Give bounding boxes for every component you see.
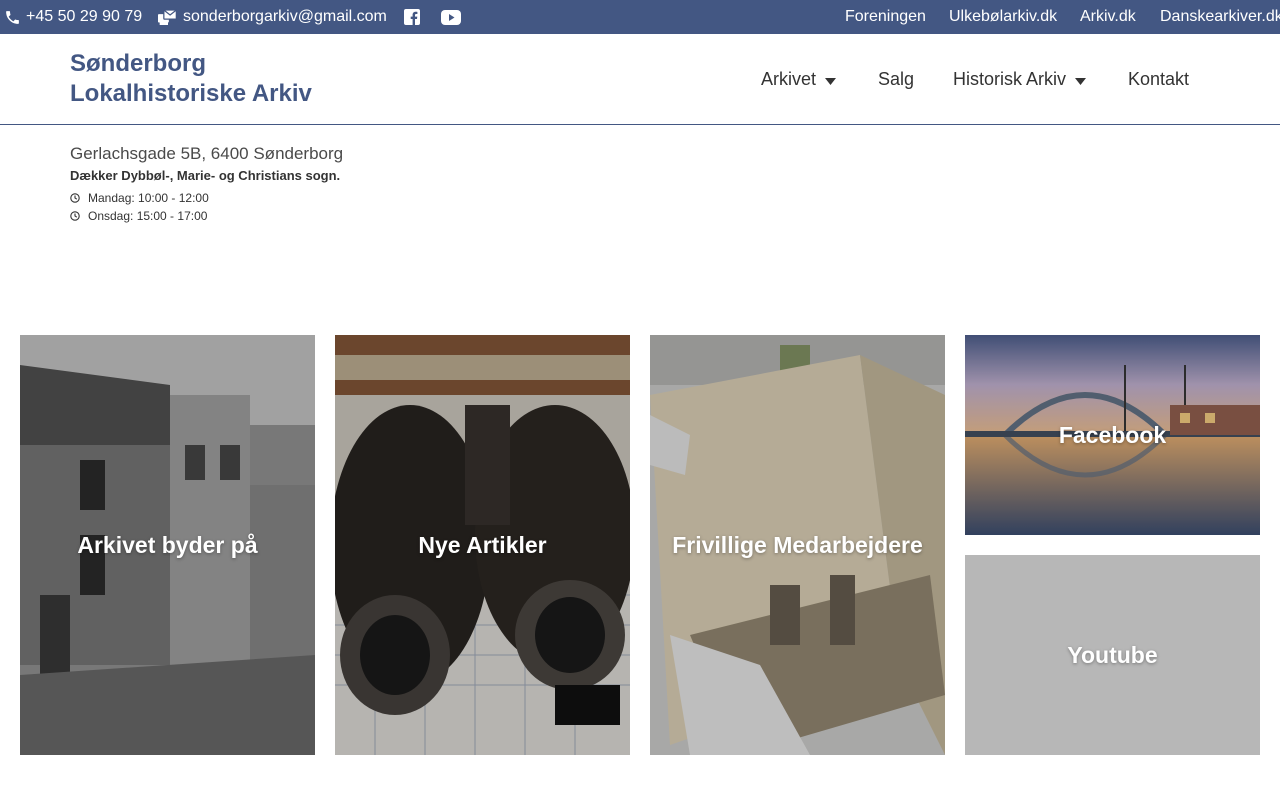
card-arkivet-byder-paa[interactable]: Arkivet byder på [20,335,315,755]
topbar-link-danskearkiver[interactable]: Danskearkiver.dk [1160,0,1280,34]
phone-link[interactable]: +45 50 29 90 79 [4,0,142,34]
card-label: Facebook [1058,421,1167,448]
opening-hours-text: Onsdag: 15:00 - 17:00 [88,209,208,223]
card-nye-artikler[interactable]: Nye Artikler [335,335,630,755]
opening-hours-item: Onsdag: 15:00 - 17:00 [70,209,207,223]
card-frivillige-medarbejdere[interactable]: Frivillige Medarbejdere [650,335,945,755]
topbar-link-foreningen[interactable]: Foreningen [845,0,926,34]
card-label: Nye Artikler [418,531,547,558]
logo-line-2: Lokalhistoriske Arkiv [70,80,312,107]
nav-item-kontakt[interactable]: Kontakt [1128,34,1189,124]
caret-down-icon [1075,69,1087,90]
youtube-icon[interactable] [441,0,461,34]
nav-label: Salg [878,68,915,89]
nav-item-arkivet[interactable]: Arkivet [761,34,837,124]
nav-item-salg[interactable]: Salg [878,34,914,124]
opening-hours-item: Mandag: 10:00 - 12:00 [70,191,209,205]
nav-item-historisk-arkiv[interactable]: Historisk Arkiv [953,34,1087,124]
card-label: Arkivet byder på [77,531,258,558]
card-youtube[interactable]: Youtube [965,555,1260,755]
nav-label: Kontakt [1128,68,1190,89]
card-label: Frivillige Medarbejdere [672,531,923,558]
mail-bulk-icon [158,8,178,26]
facebook-square-icon[interactable] [404,0,420,34]
site-header: Sønderborg Lokalhistoriske Arkiv Arkivet… [0,34,1280,125]
email-link[interactable]: sonderborgarkiv@gmail.com [158,0,387,34]
caret-down-icon [825,69,837,90]
clock-icon [70,211,80,221]
phone-number: +45 50 29 90 79 [26,8,143,25]
topbar-link-ulkebolarkiv[interactable]: Ulkebølarkiv.dk [949,0,1057,34]
opening-hours-text: Mandag: 10:00 - 12:00 [88,191,209,205]
parish-coverage-text: Dækker Dybbøl-, Marie- og Christians sog… [70,168,341,183]
logo-line-1: Sønderborg [70,50,206,77]
address-text: Gerlachsgade 5B, 6400 Sønderborg [70,144,344,163]
topbar-link-arkiv[interactable]: Arkiv.dk [1080,0,1136,34]
nav-label: Historisk Arkiv [953,68,1067,89]
top-bar: +45 50 29 90 79 sonderborgarkiv@gmail.co… [0,0,1280,34]
site-logo[interactable]: Sønderborg Lokalhistoriske Arkiv [70,49,350,109]
nav-label: Arkivet [761,68,817,89]
clock-icon [70,193,80,203]
card-label: Youtube [1067,641,1158,668]
card-facebook[interactable]: Facebook [965,335,1260,535]
email-address: sonderborgarkiv@gmail.com [183,8,387,25]
phone-icon [4,9,21,26]
